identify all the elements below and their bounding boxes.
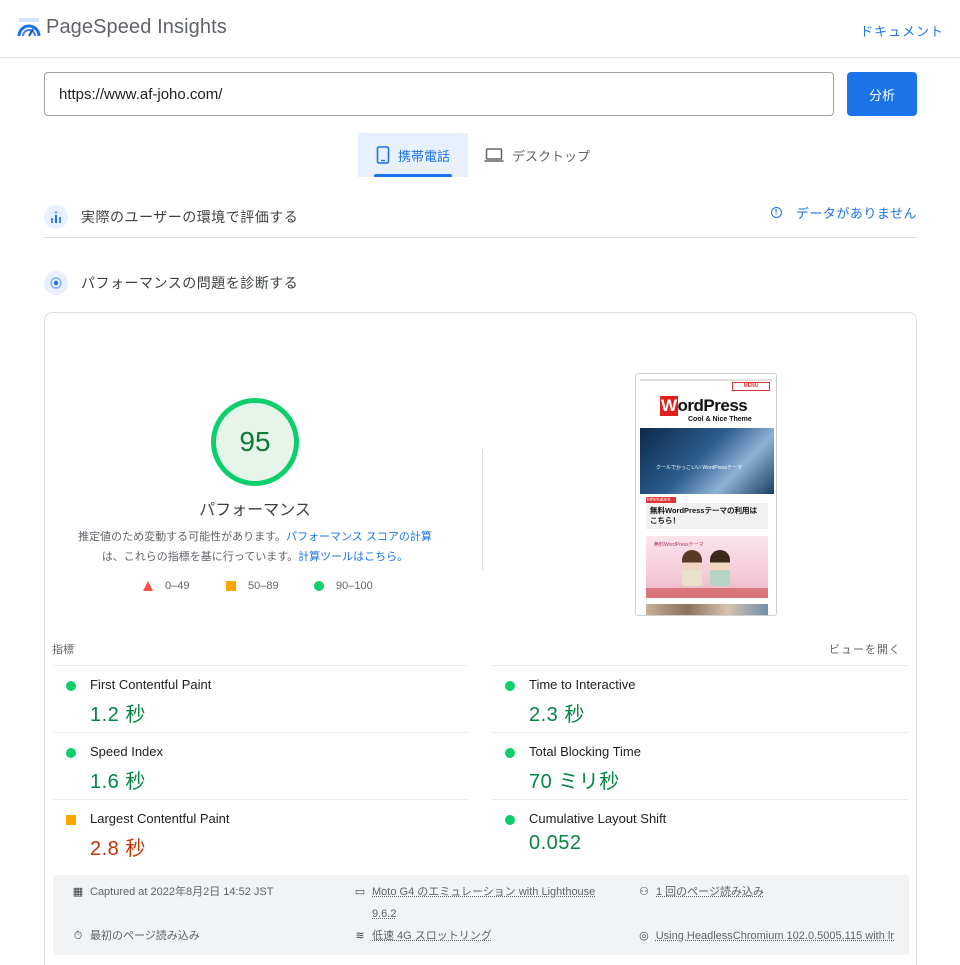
square-icon [226, 581, 236, 591]
triangle-icon [143, 581, 153, 591]
score-calc-link[interactable]: パフォーマンス スコアの計算 [286, 531, 432, 543]
legend-average: 50–89 [226, 580, 279, 592]
screenshot-logo: WordPress [660, 396, 747, 416]
metric-value: 70 ミリ秒 [529, 765, 620, 794]
pagespeed-logo-icon[interactable] [17, 16, 41, 40]
good-circle-icon [505, 681, 515, 691]
screenshot-menu: MENU [732, 382, 770, 391]
circle-icon [314, 581, 324, 591]
vertical-divider [482, 450, 483, 570]
metric-name: Time to Interactive [529, 677, 635, 692]
average-square-icon [66, 815, 76, 825]
calculator-link[interactable]: 計算ツールはこちら。 [298, 551, 408, 563]
documentation-link[interactable]: ドキュメント [860, 21, 944, 40]
smartphone-icon [376, 146, 390, 164]
analyze-button[interactable]: 分析 [847, 72, 917, 116]
field-data-title: 実際のユーザーの環境で評価する [81, 207, 298, 227]
diagnose-icon [44, 271, 68, 295]
captured-time: ▦ Captured at 2022年8月2日 14:52 JST [72, 881, 273, 903]
metric-lcp: Largest Contentful Paint 2.8 秒 [53, 799, 469, 866]
metric-cls: Cumulative Layout Shift 0.052 [492, 799, 908, 866]
page-screenshot: MENU WordPress Cool & Nice Theme クールでかっこ… [635, 373, 777, 616]
metric-value: 2.3 秒 [529, 698, 585, 727]
tab-desktop[interactable]: デスクトップ [484, 133, 604, 177]
metric-name: First Contentful Paint [90, 677, 211, 692]
performance-card [44, 312, 917, 965]
info-icon: ! [771, 207, 782, 218]
legend-poor-label: 0–49 [165, 580, 189, 592]
desc-middle: は、これらの指標を基に行っています。 [102, 551, 298, 563]
top-bar: PageSpeed Insights ドキュメント [0, 0, 960, 58]
no-data-notice[interactable]: ! データがありません [771, 203, 917, 222]
metric-tbt: Total Blocking Time 70 ミリ秒 [492, 732, 908, 799]
metric-name: Largest Contentful Paint [90, 811, 229, 826]
chrome-icon: ◎ [638, 925, 650, 947]
performance-description: 推定値のため変動する可能性があります。パフォーマンス スコアの計算 は、これらの… [60, 527, 450, 567]
laptop-icon [484, 147, 504, 163]
users-chart-icon [44, 205, 68, 229]
legend-average-label: 50–89 [248, 580, 279, 592]
network-throttling[interactable]: ≋ 低速 4G スロットリング [354, 925, 492, 947]
app-title[interactable]: PageSpeed Insights [46, 16, 227, 39]
no-data-label: データがありません [796, 203, 917, 222]
screenshot-bottom-images [646, 604, 768, 616]
metrics-header: 指標 [52, 641, 74, 657]
tab-mobile[interactable]: 携帯電話 [358, 133, 468, 177]
browser-info[interactable]: ◎ Using HeadlessChromium 102.0.5005.115 … [638, 925, 894, 947]
legend-good-label: 90–100 [336, 580, 373, 592]
desc-prefix: 推定値のため変動する可能性があります。 [78, 531, 286, 543]
metric-name: Total Blocking Time [529, 744, 641, 759]
metric-value: 0.052 [529, 832, 582, 855]
expand-view-toggle[interactable]: ビューを開く [829, 641, 901, 657]
metric-tti: Time to Interactive 2.3 秒 [492, 665, 908, 732]
legend-poor: 0–49 [143, 580, 189, 592]
screenshot-topbar [640, 379, 772, 381]
metric-value: 1.2 秒 [90, 698, 146, 727]
tab-mobile-label: 携帯電話 [398, 146, 450, 165]
screenshot-hero: クールでかっこいい WordPressテーマ [640, 428, 774, 494]
metric-name: Cumulative Layout Shift [529, 811, 666, 826]
screenshot-logo-sub: Cool & Nice Theme [688, 416, 752, 423]
lab-data-section: パフォーマンスの問題を診断する [44, 268, 917, 298]
devices-icon: ▭ [354, 881, 366, 903]
metric-value: 2.8 秒 [90, 832, 146, 861]
metric-value: 1.6 秒 [90, 765, 146, 794]
legend-good: 90–100 [314, 580, 373, 592]
initial-load: ⏱ 最初のページ読み込み [72, 925, 200, 947]
calendar-icon: ▦ [72, 881, 84, 903]
metric-name: Speed Index [90, 744, 163, 759]
page-loads[interactable]: ⚇ 1 回のページ読み込み [638, 881, 764, 903]
good-circle-icon [66, 748, 76, 758]
screenshot-ad: 無料WordPressテーマ [646, 536, 768, 598]
url-input[interactable] [44, 72, 834, 116]
good-circle-icon [505, 748, 515, 758]
device-emulation[interactable]: ▭ Moto G4 のエミュレーション with Lighthouse 9.6.2 [354, 881, 624, 925]
metric-fcp: First Contentful Paint 1.2 秒 [53, 665, 469, 732]
metric-speed-index: Speed Index 1.6 秒 [53, 732, 469, 799]
good-circle-icon [66, 681, 76, 691]
field-data-section[interactable]: 実際のユーザーの環境で評価する ! データがありません [44, 196, 917, 238]
performance-score-gauge: 95 [211, 398, 299, 486]
timer-icon: ⏱ [72, 925, 84, 947]
good-circle-icon [505, 815, 515, 825]
performance-label: パフォーマンス [155, 496, 355, 520]
screenshot-info-text: 無料WordPressテーマの利用は こちら！ [646, 503, 768, 529]
lab-data-title: パフォーマンスの問題を診断する [81, 273, 298, 293]
wifi-icon: ≋ [354, 925, 366, 947]
tab-desktop-label: デスクトップ [512, 146, 590, 165]
loads-icon: ⚇ [638, 881, 650, 903]
